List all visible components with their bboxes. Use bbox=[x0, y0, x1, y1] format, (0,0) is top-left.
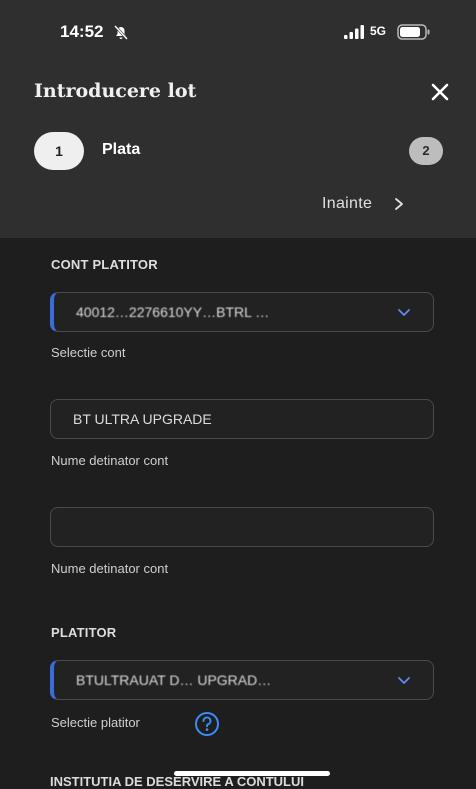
network-type: 5G bbox=[370, 24, 387, 38]
step-1-label: Plata bbox=[102, 141, 141, 158]
account-select-value: 40012…2276610YY…BTRL … bbox=[76, 304, 270, 320]
account-holder-value: BT ULTRA UPGRADE bbox=[73, 411, 212, 427]
cellular-signal-icon bbox=[344, 25, 364, 39]
payer-select-value: BTULTRAUAT D… UPGRAD… bbox=[76, 672, 272, 688]
chevron-right-icon bbox=[395, 198, 404, 210]
close-icon[interactable] bbox=[426, 78, 454, 106]
help-icon[interactable] bbox=[194, 711, 220, 737]
account-select-hint: Selectie cont bbox=[51, 345, 126, 360]
chevron-down-icon bbox=[398, 677, 410, 684]
payer-select[interactable]: BTULTRAUAT D… UPGRAD… bbox=[50, 660, 434, 700]
next-label: Inainte bbox=[322, 195, 373, 212]
account-holder-field-2[interactable] bbox=[50, 507, 434, 547]
account-holder-field[interactable]: BT ULTRA UPGRADE bbox=[50, 399, 434, 439]
step-2-indicator: 2 bbox=[409, 137, 443, 165]
status-bar: 14:52 5G bbox=[0, 0, 476, 64]
section-title-platitor: PLATITOR bbox=[51, 625, 117, 640]
account-select[interactable]: 40012…2276610YY…BTRL … bbox=[50, 292, 434, 332]
step-1-indicator: 1 bbox=[34, 132, 84, 170]
payer-select-hint: Selectie platitor bbox=[51, 715, 140, 730]
home-indicator[interactable] bbox=[174, 771, 330, 776]
next-button[interactable]: Inainte bbox=[310, 186, 450, 222]
chevron-down-icon bbox=[398, 309, 410, 316]
section-title-institutia: INSTITUTIA DE DESERVIRE A CONTULUI bbox=[50, 774, 304, 789]
account-holder-hint: Nume detinator cont bbox=[51, 453, 169, 468]
bell-slash-icon bbox=[114, 25, 128, 40]
page-title: Introducere lot bbox=[34, 80, 197, 102]
section-title-cont-platitor: CONT PLATITOR bbox=[51, 257, 158, 272]
header: 14:52 5G Introducere lot 1 Plata 2 Inain… bbox=[0, 0, 476, 238]
battery-icon bbox=[397, 24, 430, 40]
status-time: 14:52 bbox=[60, 22, 104, 41]
account-holder-2-hint: Nume detinator cont bbox=[51, 561, 169, 576]
